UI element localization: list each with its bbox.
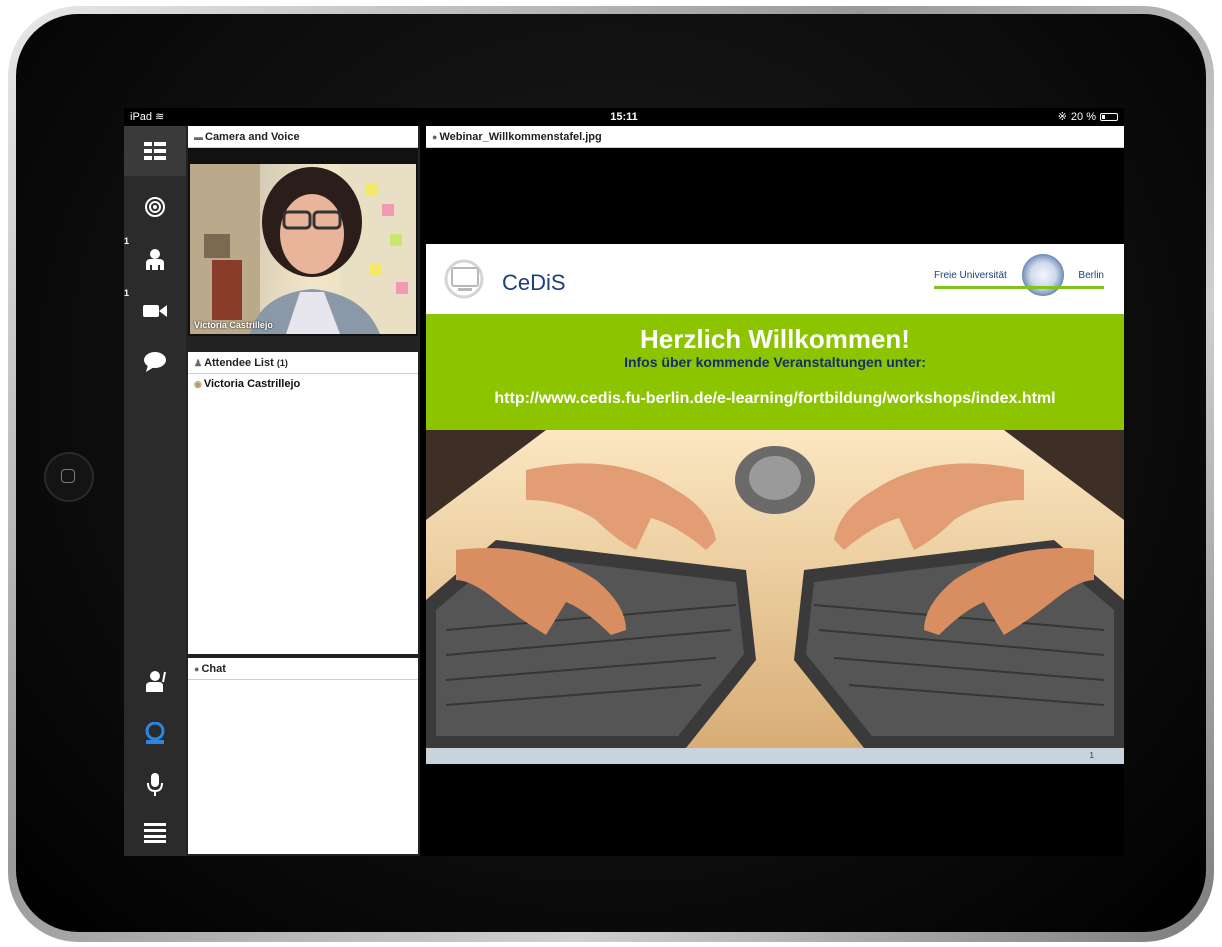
chat-panel-header[interactable]: ● Chat — [188, 658, 418, 680]
menu-button[interactable] — [124, 808, 186, 856]
cedis-logo: CeDiS — [444, 256, 566, 302]
video-feed[interactable]: Victoria Castrillejo — [190, 164, 416, 334]
chat-bubble-icon — [144, 352, 166, 372]
attendee-name: Victoria Castrillejo — [203, 378, 301, 390]
chat-panel-title: Chat — [201, 663, 226, 675]
battery-icon — [1100, 113, 1118, 121]
attendee-panel-header[interactable]: ♟ Attendee List (1) — [188, 352, 418, 374]
camera-panel-header[interactable]: ▬ Camera and Voice — [188, 126, 418, 148]
chat-button[interactable] — [124, 336, 186, 386]
camera-button[interactable]: 1 — [124, 286, 186, 336]
keyboard-photo-illustration — [426, 430, 1124, 748]
microphone-icon — [147, 773, 163, 796]
camera-small-icon: ▬ — [194, 132, 203, 142]
attendee-row[interactable]: ◉ Victoria Castrillejo — [188, 374, 418, 394]
layout-button[interactable] — [124, 126, 186, 176]
welcome-banner: Herzlich Willkommen! Infos über kommende… — [426, 314, 1124, 430]
camera-icon — [143, 305, 167, 317]
slide-header: CeDiS Freie Universität Berlin — [426, 244, 1124, 314]
attendee-list-panel: ♟ Attendee List (1) ◉ Victoria Castrillejo — [188, 352, 418, 654]
slide-page-number: 1 — [1089, 751, 1094, 760]
camera-panel-title: Camera and Voice — [205, 131, 300, 143]
battery-percent: 20 % — [1070, 111, 1096, 123]
cedis-logo-text: CeDiS — [502, 270, 566, 295]
keyboard-hands-photo — [426, 430, 1124, 748]
clock: 15:11 — [610, 111, 638, 123]
screen: iPad ≋ 15:11 ※ 20 % 1 1 ▬ Camera and Voi… — [124, 108, 1124, 856]
logo-underline — [934, 286, 1104, 289]
microphone-button[interactable] — [124, 760, 186, 810]
attendee-count: (1) — [276, 358, 288, 368]
home-button[interactable] — [44, 452, 94, 502]
presentation-slide: CeDiS Freie Universität Berlin Herzlich … — [426, 244, 1124, 764]
user-status-icon: ◉ — [194, 379, 202, 389]
attendee-panel-title: Attendee List — [204, 357, 274, 369]
file-title: Webinar_Willkommenstafel.jpg — [439, 131, 602, 143]
target-icon — [145, 197, 165, 217]
welcome-headline: Herzlich Willkommen! — [640, 324, 910, 354]
attendee-icon — [146, 249, 164, 270]
home-square-icon — [61, 469, 75, 483]
university-name-right: Berlin — [1078, 270, 1104, 281]
slide-footer: 1 — [426, 748, 1124, 764]
workshop-url: http://www.cedis.fu-berlin.de/e-learning… — [494, 390, 1056, 407]
main-presentation-area: ● Webinar_Willkommenstafel.jpg CeDiS Frei… — [426, 126, 1124, 856]
battery-status: ※ 20 % — [1058, 108, 1118, 126]
raise-hand-icon — [146, 671, 166, 692]
attendee-count-badge: 1 — [124, 236, 130, 246]
participant-video-image — [190, 164, 416, 334]
menu-icon — [144, 823, 166, 843]
side-panels: ▬ Camera and Voice Victoria Castrillejo … — [186, 126, 420, 856]
video-participant-name: Victoria Castrillejo — [194, 320, 273, 330]
status-bar: iPad ≋ 15:11 ※ 20 % — [124, 108, 1124, 126]
info-subline: Infos über kommende Veranstaltungen unte… — [624, 354, 926, 370]
webcam-icon — [145, 722, 165, 744]
layout-icon — [144, 142, 166, 160]
icon-sidebar: 1 1 — [124, 126, 186, 856]
university-name-left: Freie Universität — [934, 270, 1007, 281]
camera-count-badge: 1 — [124, 288, 130, 298]
attendees-button[interactable]: 1 — [124, 234, 186, 284]
attendee-small-icon: ♟ — [194, 358, 203, 368]
chat-small-icon: ● — [194, 664, 200, 674]
webcam-button[interactable] — [124, 708, 186, 758]
bluetooth-icon: ※ — [1057, 111, 1067, 123]
file-icon: ● — [432, 132, 438, 142]
monitor-logo-icon — [444, 259, 484, 299]
fu-berlin-logo: Freie Universität Berlin — [934, 252, 1104, 304]
broadcast-button[interactable] — [124, 182, 186, 232]
chat-panel: ● Chat — [188, 658, 418, 854]
camera-voice-panel: ▬ Camera and Voice Victoria Castrillejo — [188, 126, 418, 336]
file-title-bar[interactable]: ● Webinar_Willkommenstafel.jpg — [426, 126, 1124, 148]
university-seal-icon — [1022, 254, 1064, 296]
raise-hand-button[interactable] — [124, 656, 186, 706]
